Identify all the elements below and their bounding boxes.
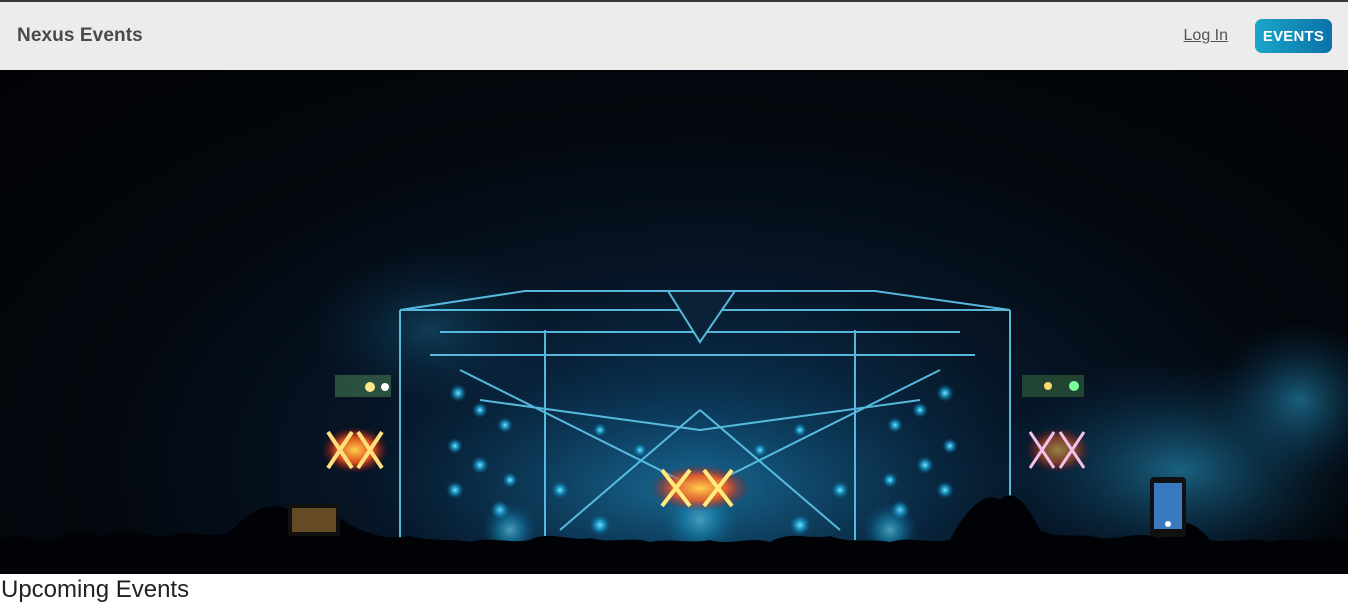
navbar: Nexus Events Log In EVENTS bbox=[0, 2, 1348, 70]
hero-image bbox=[0, 70, 1348, 574]
brand-logo-text[interactable]: Nexus Events bbox=[17, 25, 143, 47]
concert-stage-illustration bbox=[0, 250, 1348, 574]
events-button[interactable]: EVENTS bbox=[1255, 19, 1332, 53]
login-link[interactable]: Log In bbox=[1184, 27, 1228, 45]
section-title: Upcoming Events bbox=[1, 576, 190, 603]
nav-actions: Log In EVENTS bbox=[1184, 19, 1332, 53]
